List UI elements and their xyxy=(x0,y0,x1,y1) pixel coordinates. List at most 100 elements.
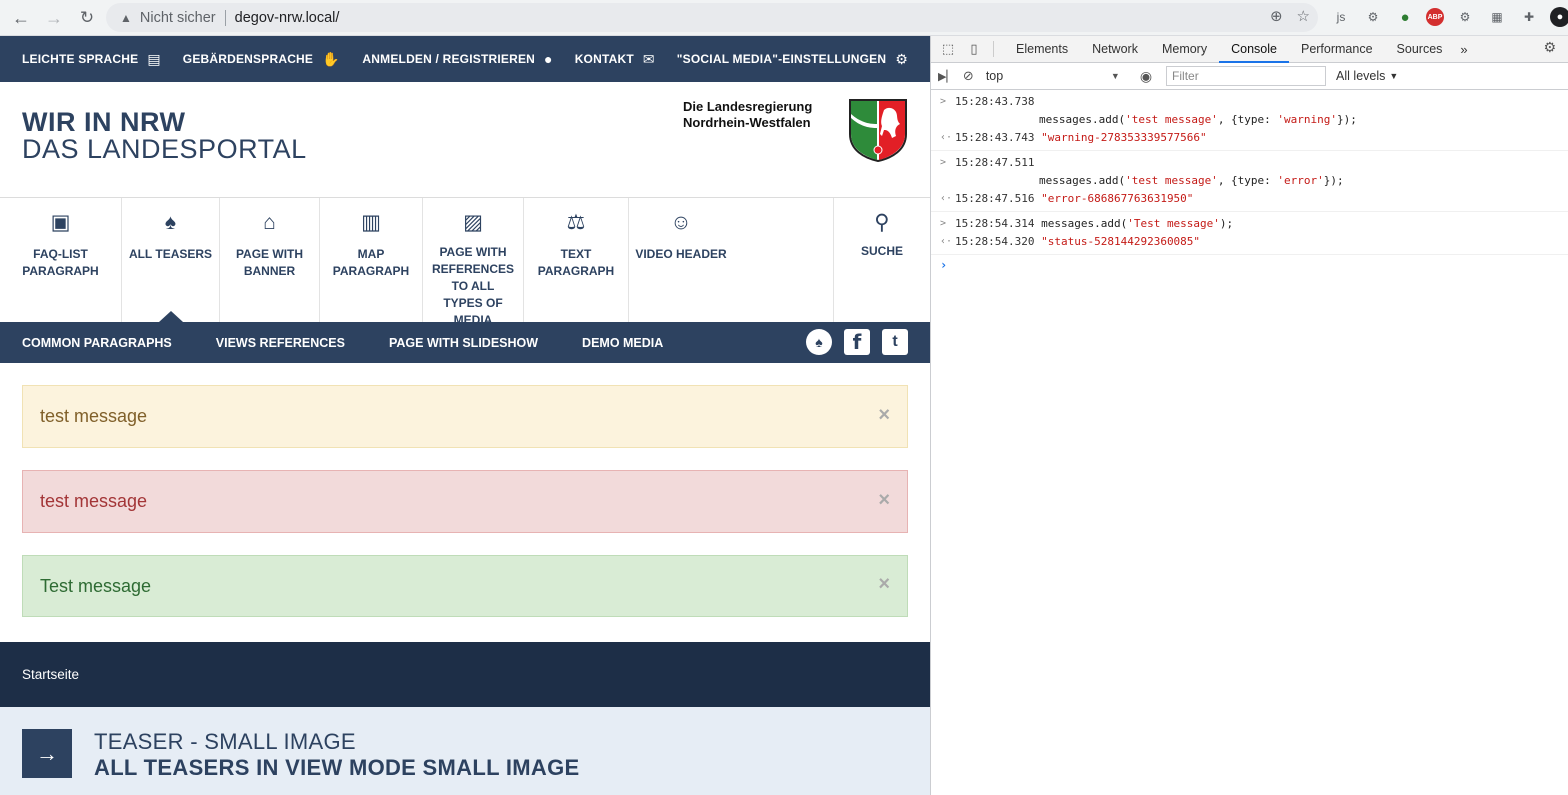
return-arrow-icon: ‹· xyxy=(940,236,953,247)
contact-link[interactable]: KONTAKT ✉ xyxy=(575,51,655,68)
nav-item-page-with-banner[interactable]: ⌂ PAGE WITH BANNER xyxy=(220,198,320,322)
subnav-item-common-paragraphs[interactable]: COMMON PARAGRAPHS xyxy=(22,336,172,350)
breadcrumb: Startseite xyxy=(0,642,930,707)
result-value[interactable]: "warning-278353339577566" xyxy=(1041,131,1207,144)
nav-item-page-with-references[interactable]: ▨ PAGE WITH REFERENCES TO ALL TYPES OF M… xyxy=(423,198,524,327)
device-toolbar-icon[interactable]: ▯ xyxy=(963,38,985,60)
tab-performance[interactable]: Performance xyxy=(1289,36,1385,63)
result-value[interactable]: "error-686867763631950" xyxy=(1041,192,1193,205)
url-text[interactable]: degov-nrw.local/ xyxy=(235,10,340,26)
arrow-right-icon[interactable]: → xyxy=(22,729,72,778)
back-button[interactable]: ← xyxy=(9,6,33,30)
active-nav-indicator xyxy=(159,311,183,322)
subnav-item-demo-media[interactable]: DEMO MEDIA xyxy=(582,336,663,350)
clear-console-icon[interactable]: ⊘ xyxy=(963,68,974,84)
hand-icon: ✋ xyxy=(322,50,340,67)
star-icon[interactable]: ☆ xyxy=(1297,7,1310,25)
chevron-down-icon: ▼ xyxy=(1110,71,1120,81)
browser-toolbar: ← → ↻ ▲ Nicht sicher degov-nrw.local/ ⊕ … xyxy=(0,0,1568,36)
coat-of-arms-icon[interactable] xyxy=(848,98,908,162)
twitter-icon[interactable]: t xyxy=(882,329,908,355)
topbar-label: GEBÄRDENSPRACHE xyxy=(182,52,314,66)
shield-extension-icon[interactable]: ● xyxy=(1394,6,1416,28)
tab-memory[interactable]: Memory xyxy=(1150,36,1219,63)
console-prompt[interactable]: › xyxy=(931,255,1568,275)
more-tabs-icon[interactable]: » xyxy=(1454,42,1473,57)
zoom-icon[interactable]: ⊕ xyxy=(1270,7,1283,25)
console-command[interactable]: messages.add('test message', {type: 'war… xyxy=(931,111,1568,129)
social-links: ♠ f t xyxy=(806,329,908,355)
nav-item-faq-list-paragraph[interactable]: ▣ FAQ-LIST PARAGRAPH xyxy=(0,198,122,322)
timestamp: 15:28:43.738 xyxy=(955,95,1035,108)
service-bar: LEICHTE SPRACHE ▤ GEBÄRDENSPRACHE ✋ ANME… xyxy=(0,36,930,82)
facebook-icon[interactable]: f xyxy=(844,329,870,355)
profile-avatar-icon[interactable]: ● xyxy=(1550,7,1568,27)
book-reader-icon: ▣ xyxy=(50,211,71,234)
grid-extension-icon[interactable]: ▦ xyxy=(1486,6,1508,28)
console-result-line: ‹· 15:28:47.516 "error-686867763631950" xyxy=(931,190,1568,208)
government-name-line2: Nordrhein-Westfalen xyxy=(683,115,811,130)
log-levels-dropdown[interactable]: All levels ▼ xyxy=(1336,69,1398,83)
tab-elements[interactable]: Elements xyxy=(1004,36,1080,63)
cmd-string: 'test message' xyxy=(1125,174,1218,187)
console-entry: >15:28:54.314 messages.add('Test message… xyxy=(931,212,1568,255)
close-icon[interactable]: × xyxy=(878,404,890,427)
nav-item-label: ALL TEASERS xyxy=(128,247,213,261)
settings-extension-icon[interactable]: ⚙ xyxy=(1454,6,1476,28)
js-extension-icon[interactable]: js xyxy=(1330,6,1352,28)
breadcrumb-home-link[interactable]: Startseite xyxy=(22,667,79,682)
nav-item-video-header[interactable]: ☺ VIDEO HEADER xyxy=(629,198,733,322)
cmd-part: messages.add( xyxy=(1039,113,1126,126)
puzzle-icon[interactable]: ✚ xyxy=(1518,6,1540,28)
drupal-icon[interactable]: ♠ xyxy=(806,329,832,355)
subnav-item-views-references[interactable]: VIEWS REFERENCES xyxy=(216,336,345,350)
login-register-link[interactable]: ANMELDEN / REGISTRIEREN ● xyxy=(362,51,552,67)
filter-input[interactable]: Filter xyxy=(1166,66,1327,86)
gear-extension-icon[interactable]: ⚙ xyxy=(1362,6,1384,28)
site-header: WIR IN NRW DAS LANDESPORTAL Die Landesre… xyxy=(0,82,930,198)
site-logo-link[interactable]: WIR IN NRW DAS LANDESPORTAL xyxy=(22,109,307,163)
close-icon[interactable]: × xyxy=(878,573,890,596)
main-navigation: ▣ FAQ-LIST PARAGRAPH ♠ ALL TEASERS ⌂ PAG… xyxy=(0,198,930,327)
console-result-line: ‹· 15:28:43.743 "warning-278353339577566" xyxy=(931,129,1568,147)
eye-icon[interactable]: ◉ xyxy=(1140,68,1152,85)
result-value[interactable]: "status-528144292360085" xyxy=(1041,235,1200,248)
timestamp: 15:28:43.743 xyxy=(955,131,1035,144)
social-media-settings-link[interactable]: "SOCIAL MEDIA"-EINSTELLUNGEN ⚙ xyxy=(677,51,908,68)
subnav-item-page-with-slideshow[interactable]: PAGE WITH SLIDESHOW xyxy=(389,336,538,350)
easy-language-link[interactable]: LEICHTE SPRACHE ▤ xyxy=(22,51,161,68)
warning-icon[interactable]: ▲ xyxy=(120,11,132,25)
reload-button[interactable]: ↻ xyxy=(75,6,99,30)
timestamp: 15:28:47.511 xyxy=(955,156,1035,169)
tab-network[interactable]: Network xyxy=(1080,36,1150,63)
cmd-part: ); xyxy=(1219,217,1234,230)
context-selector[interactable]: top ▼ xyxy=(986,69,1120,83)
nav-item-text-paragraph[interactable]: ⚖ TEXT PARAGRAPH xyxy=(524,198,629,322)
adblock-plus-icon[interactable]: ABP xyxy=(1426,8,1444,26)
search-button[interactable]: ⚲ SUCHE xyxy=(833,198,930,322)
log-levels-label: All levels xyxy=(1336,69,1386,83)
inspect-element-icon[interactable]: ⬚ xyxy=(937,38,959,60)
government-name[interactable]: Die Landesregierung Nordrhein-Westfalen xyxy=(683,99,812,131)
nav-item-all-teasers[interactable]: ♠ ALL TEASERS xyxy=(122,198,220,322)
timestamp: 15:28:54.314 xyxy=(955,217,1035,230)
status-messages: test message × test message × Test messa… xyxy=(0,363,930,642)
tab-console[interactable]: Console xyxy=(1219,36,1289,63)
landmark-icon: ⌂ xyxy=(263,211,276,234)
gear-icon[interactable]: ⚙ xyxy=(1543,39,1556,56)
close-icon[interactable]: × xyxy=(878,489,890,512)
sign-language-link[interactable]: GEBÄRDENSPRACHE ✋ xyxy=(183,51,340,68)
context-value: top xyxy=(985,69,1004,83)
address-bar[interactable]: ▲ Nicht sicher degov-nrw.local/ ⊕ ☆ xyxy=(106,3,1318,32)
topbar-label: "SOCIAL MEDIA"-EINSTELLUNGEN xyxy=(676,52,887,66)
console-command[interactable]: messages.add('test message', {type: 'err… xyxy=(931,172,1568,190)
nav-item-label: VIDEO HEADER xyxy=(635,247,727,261)
forward-button[interactable]: → xyxy=(42,6,66,30)
tab-sources[interactable]: Sources xyxy=(1385,36,1455,63)
warning-message: test message × xyxy=(22,385,908,448)
nav-item-map-paragraph[interactable]: ▥ MAP PARAGRAPH xyxy=(320,198,423,322)
teaser-small-image[interactable]: → TEASER - SMALL IMAGE ALL TEASERS IN VI… xyxy=(0,707,930,795)
sidebar-toggle-icon[interactable]: ▶▏ xyxy=(938,70,955,83)
security-label[interactable]: Nicht sicher xyxy=(140,10,216,26)
return-arrow-icon: ‹· xyxy=(940,193,953,204)
